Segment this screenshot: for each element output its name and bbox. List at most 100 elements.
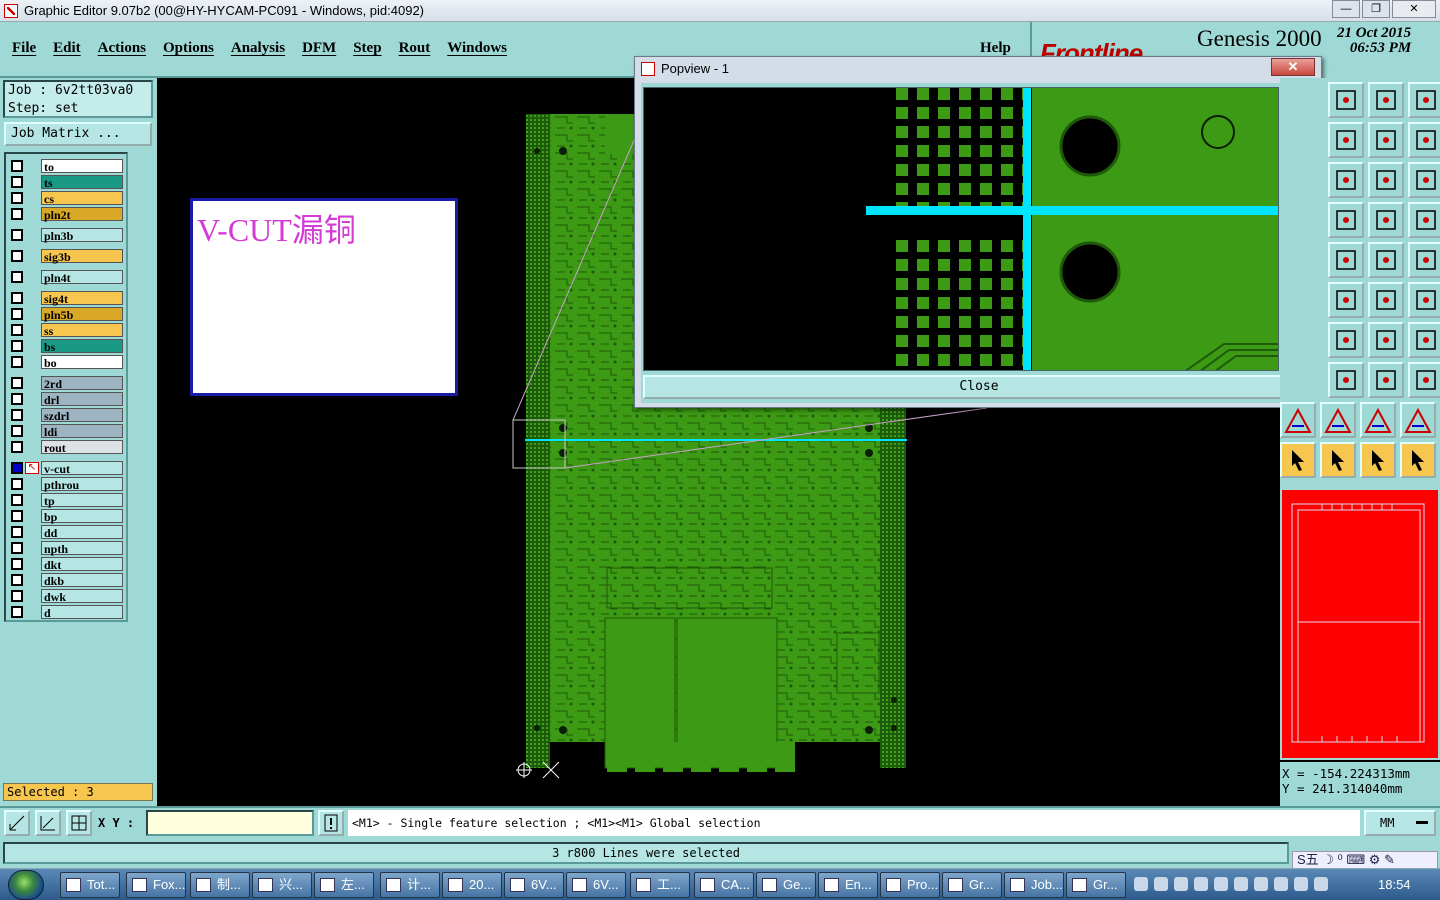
layer-name[interactable]: v-cut [41,460,123,476]
start-button[interactable] [8,870,44,900]
step-icon[interactable] [1328,122,1364,158]
layer-checkbox[interactable] [11,541,23,554]
layer-name[interactable]: d [41,604,123,620]
layer-checkbox[interactable] [11,440,23,453]
menu-step[interactable]: Step [353,40,381,57]
x-icon[interactable] [1254,877,1268,891]
taskbar-item[interactable]: Gr... [942,872,1002,898]
flag-icon[interactable] [1314,877,1328,891]
unit-selector[interactable]: MM [1364,810,1436,836]
layer-row-pln5b[interactable]: pln5b [8,306,126,322]
polygon-icon[interactable] [1328,242,1364,278]
xy-input[interactable] [146,810,314,836]
layer-row-bo[interactable]: bo [8,354,126,370]
triangle-d-icon[interactable] [1400,402,1436,438]
layer-row-dkb[interactable]: dkb [8,572,126,588]
layer-checkbox[interactable] [11,291,23,304]
taskbar-item[interactable]: En... [818,872,878,898]
popview-close-x-button[interactable]: ✕ [1271,58,1315,76]
snap-icon[interactable] [4,810,30,836]
question-icon[interactable] [1408,162,1440,198]
taskbar-item[interactable]: Gr... [1066,872,1126,898]
layer-row-dkt[interactable]: dkt [8,556,126,572]
popview-canvas[interactable] [643,87,1279,371]
layer-name[interactable]: drl [41,391,123,407]
menu-rout[interactable]: Rout [399,40,431,57]
layer-row-pln4t[interactable]: pln4t [8,269,126,285]
layer-checkbox[interactable] [11,249,23,262]
grid-icon[interactable] [66,810,92,836]
layer-checkbox[interactable] [11,493,23,506]
arc-line-icon[interactable] [1408,282,1440,318]
layer-checkbox[interactable] [11,159,23,172]
shape-icon[interactable] [1214,877,1228,891]
triangle-c-icon[interactable] [1360,402,1396,438]
job-matrix-button[interactable]: Job Matrix ... [4,122,152,146]
pointer-select-icon[interactable] [1320,442,1356,478]
layer-checkbox[interactable] [11,573,23,586]
switch-icon[interactable] [1408,122,1440,158]
layer-name[interactable]: dkt [41,556,123,572]
menu-windows[interactable]: Windows [447,40,507,57]
app-icon[interactable] [1194,877,1208,891]
layer-name[interactable]: rout [41,439,123,455]
layer-name[interactable]: pln3b [41,227,123,243]
taskbar-item[interactable]: 6V... [504,872,564,898]
layer-row-dd[interactable]: dd [8,524,126,540]
layer-checkbox[interactable] [11,424,23,437]
features-icon[interactable] [1368,202,1404,238]
layer-name[interactable]: dwk [41,588,123,604]
taskbar-item[interactable]: 20... [442,872,502,898]
minimap[interactable] [1280,488,1440,760]
close-window-button[interactable]: ✕ [1392,0,1436,18]
menu-options[interactable]: Options [163,40,214,57]
layer-name[interactable]: ts [41,174,123,190]
layer-checkbox[interactable] [11,557,23,570]
taskbar-item[interactable]: Pro... [880,872,940,898]
maximize-button[interactable]: ❐ [1362,0,1390,18]
layer-row-to[interactable]: to [8,158,126,174]
arc-icon[interactable] [1368,322,1404,358]
layer-name[interactable]: ldi [41,423,123,439]
menu-help[interactable]: Help [980,40,1011,57]
taskbar-item[interactable]: Ge... [756,872,816,898]
menu-edit[interactable]: Edit [53,40,81,57]
layer-row-ss[interactable]: ss [8,322,126,338]
layer-row-2rd[interactable]: 2rd [8,375,126,391]
record-icon[interactable] [1234,877,1248,891]
layer-checkbox[interactable] [11,408,23,421]
layer-name[interactable]: sig3b [41,248,123,264]
layer-row-pln3b[interactable]: pln3b [8,227,126,243]
line-icon[interactable] [1368,282,1404,318]
layer-checkbox[interactable] [11,339,23,352]
ruler-icon[interactable] [1368,242,1404,278]
layer-checkbox[interactable] [11,605,23,618]
arrow-icon[interactable] [1174,877,1188,891]
layer-checkbox[interactable] [11,376,23,389]
pan-icon[interactable] [1328,162,1364,198]
scale-icon[interactable] [1368,162,1404,198]
layer-checkbox[interactable] [11,589,23,602]
ime-toolbar[interactable]: S五 ☽ ⁰ ⌨ ⚙ ✎ [1292,851,1438,869]
layer-checkbox[interactable] [11,355,23,368]
layer-row-sig3b[interactable]: sig3b [8,248,126,264]
layer-row-szdrl[interactable]: szdrl [8,407,126,423]
layer-row-d[interactable]: d [8,604,126,620]
layer-row-ts[interactable]: ts [8,174,126,190]
layer-row-pthrou[interactable]: pthrou [8,476,126,492]
layer-name[interactable]: cs [41,190,123,206]
layer-name[interactable]: ss [41,322,123,338]
layer-checkbox[interactable] [11,392,23,405]
triangle-a-icon[interactable] [1280,402,1316,438]
layer-row-ldi[interactable]: ldi [8,423,126,439]
taskbar-item[interactable]: Job... [1004,872,1064,898]
layer-name[interactable]: bo [41,354,123,370]
pad-icon[interactable] [1408,242,1440,278]
taskbar-item[interactable]: 制... [190,872,250,898]
layer-name[interactable]: szdrl [41,407,123,423]
minimize-button[interactable]: — [1332,0,1360,18]
cross-icon[interactable] [1328,282,1364,318]
sogou-icon[interactable] [1134,877,1148,891]
layer-row-drl[interactable]: drl [8,391,126,407]
layer-checkbox[interactable] [11,509,23,522]
